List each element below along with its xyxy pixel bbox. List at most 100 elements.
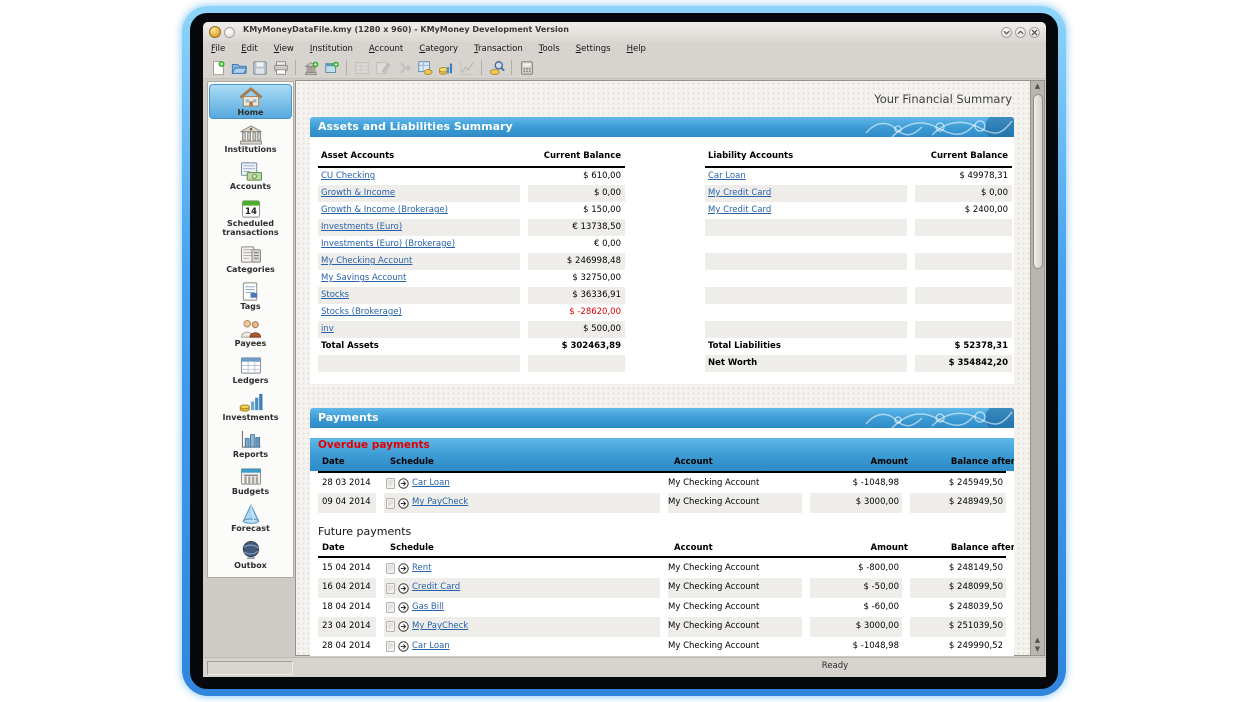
account-name-cell: Investments (Euro) (Brokerage): [318, 236, 520, 253]
menu-institution[interactable]: Institution: [302, 42, 361, 57]
schedule-link[interactable]: Gas Bill: [412, 598, 444, 617]
account-name-cell: Stocks (Brokerage): [318, 304, 520, 321]
schedule-link[interactable]: Credit Card: [412, 578, 460, 597]
enter-schedule-icon[interactable]: [398, 641, 409, 652]
minimize-button[interactable]: [1001, 27, 1012, 38]
toolbar-save-file-button[interactable]: [249, 58, 270, 78]
toolbar-find-transaction-button[interactable]: [486, 58, 507, 78]
sidebar-item-accounts[interactable]: Accounts: [209, 158, 292, 193]
institutions-icon: [210, 124, 291, 145]
enter-schedule-icon[interactable]: [398, 602, 409, 613]
payment-row: 18 04 2014Gas BillMy Checking Account$ -…: [318, 598, 1006, 617]
account-link[interactable]: inv: [321, 324, 334, 334]
account-link[interactable]: Stocks (Brokerage): [321, 307, 402, 317]
enter-schedule-icon[interactable]: [398, 583, 409, 594]
table-row: Total Liabilities$ 52378,31: [705, 338, 1012, 355]
table-row: My Credit Card$ 0,00: [705, 185, 1012, 202]
scroll-down-icon[interactable]: ▼: [1031, 645, 1044, 654]
account-link[interactable]: Growth & Income: [321, 188, 395, 198]
account-link[interactable]: Investments (Euro) (Brokerage): [321, 239, 455, 249]
schedule-link[interactable]: My PayCheck: [412, 493, 468, 512]
edit-schedule-icon[interactable]: [386, 478, 395, 489]
sidebar-item-institutions[interactable]: Institutions: [209, 121, 292, 156]
edit-schedule-icon[interactable]: [386, 641, 395, 652]
view-sidebar: HomeInstitutionsAccounts14Scheduled tran…: [207, 81, 294, 578]
window-shade-button[interactable]: [224, 27, 235, 38]
toolbar-print-button[interactable]: [270, 58, 291, 78]
sidebar-item-label: Budgets: [210, 487, 291, 496]
account-name-cell: [705, 321, 907, 338]
maximize-button[interactable]: [1015, 27, 1026, 38]
vertical-scrollbar[interactable]: ▲ ▲ ▼: [1030, 81, 1044, 655]
toolbar-calculator-button[interactable]: [516, 58, 537, 78]
menu-settings[interactable]: Settings: [568, 42, 619, 57]
sidebar-item-investments[interactable]: Investments: [209, 389, 292, 424]
sidebar-item-outbox[interactable]: Outbox: [209, 537, 292, 572]
enter-schedule-icon[interactable]: [398, 621, 409, 632]
account-name-cell: Total Liabilities: [705, 338, 907, 355]
sidebar-item-payees[interactable]: Payees: [209, 315, 292, 350]
sidebar-item-categories[interactable]: Categories: [209, 241, 292, 276]
toolbar-update-prices-button[interactable]: [435, 58, 456, 78]
menu-help[interactable]: Help: [619, 42, 654, 57]
menu-transaction[interactable]: Transaction: [466, 42, 531, 57]
toolbar-reconcile-button[interactable]: [414, 58, 435, 78]
toolbar-new-institution-button[interactable]: [300, 58, 321, 78]
account-link[interactable]: My Checking Account: [321, 256, 412, 266]
table-row: [705, 219, 1012, 236]
menu-edit[interactable]: Edit: [233, 42, 265, 57]
edit-schedule-icon[interactable]: [386, 583, 395, 594]
account-link[interactable]: Investments (Euro): [321, 222, 402, 232]
sidebar-item-tags[interactable]: Tags: [209, 278, 292, 313]
sidebar-item-forecast[interactable]: Forecast: [209, 500, 292, 535]
sidebar-item-label: Ledgers: [210, 376, 291, 385]
account-link[interactable]: My Savings Account: [321, 273, 406, 283]
sidebar-item-home[interactable]: Home: [209, 84, 292, 119]
toolbar-open-file-button[interactable]: [228, 58, 249, 78]
sidebar-item-reports[interactable]: Reports: [209, 426, 292, 461]
toolbar-new-file-button[interactable]: [207, 58, 228, 78]
enter-schedule-icon[interactable]: [398, 498, 409, 509]
sidebar-item-budgets[interactable]: Budgets: [209, 463, 292, 498]
balance-cell: $ 302463,89: [528, 338, 625, 355]
edit-schedule-icon[interactable]: [386, 621, 395, 632]
schedule-link[interactable]: My PayCheck: [412, 617, 468, 636]
menu-view[interactable]: View: [266, 42, 302, 57]
edit-schedule-icon[interactable]: [386, 498, 395, 509]
scrollbar-thumb[interactable]: [1033, 94, 1043, 269]
account-link[interactable]: CU Checking: [321, 171, 375, 181]
menu-file[interactable]: File: [203, 42, 233, 57]
schedule-link[interactable]: Car Loan: [412, 637, 450, 656]
account-link[interactable]: My Credit Card: [708, 205, 771, 215]
balance-cell: $ 0,00: [528, 185, 625, 202]
edit-schedule-icon[interactable]: [386, 602, 395, 613]
menu-tools[interactable]: Tools: [531, 42, 568, 57]
sidebar-item-ledgers[interactable]: Ledgers: [209, 352, 292, 387]
schedule-link[interactable]: Car Loan: [412, 474, 450, 493]
sidebar-item-scheduled-transactions[interactable]: 14Scheduled transactions: [209, 195, 292, 239]
balance-cell: $ 2400,00: [915, 202, 1012, 219]
current-balance-column-header: Current Balance: [528, 146, 625, 166]
payment-date-cell: 28 03 2014: [318, 474, 376, 493]
payment-date-cell: 15 04 2014: [318, 559, 376, 578]
enter-schedule-icon[interactable]: [398, 563, 409, 574]
scroll-up-icon[interactable]: ▲: [1031, 82, 1044, 91]
scroll-up-icon[interactable]: ▲: [1031, 636, 1044, 645]
schedule-link[interactable]: Rent: [412, 559, 431, 578]
column-header-account: Account: [674, 455, 808, 470]
enter-schedule-icon[interactable]: [398, 478, 409, 489]
balance-cell: [528, 355, 625, 372]
menu-category[interactable]: Category: [411, 42, 466, 57]
account-link[interactable]: Growth & Income (Brokerage): [321, 205, 448, 215]
toolbar-new-account-button[interactable]: [321, 58, 342, 78]
column-header-amount: Amount: [816, 455, 911, 470]
account-link[interactable]: Car Loan: [708, 171, 746, 181]
title-bar[interactable]: KMyMoneyDataFile.kmy (1280 x 960) - KMyM…: [203, 22, 1046, 43]
menu-account[interactable]: Account: [361, 42, 411, 57]
liability-accounts-column-header: Liability Accounts: [705, 146, 907, 166]
account-link[interactable]: My Credit Card: [708, 188, 771, 198]
payment-date-cell: 23 04 2014: [318, 617, 376, 636]
edit-schedule-icon[interactable]: [386, 563, 395, 574]
account-link[interactable]: Stocks: [321, 290, 349, 300]
close-button[interactable]: [1029, 27, 1040, 38]
